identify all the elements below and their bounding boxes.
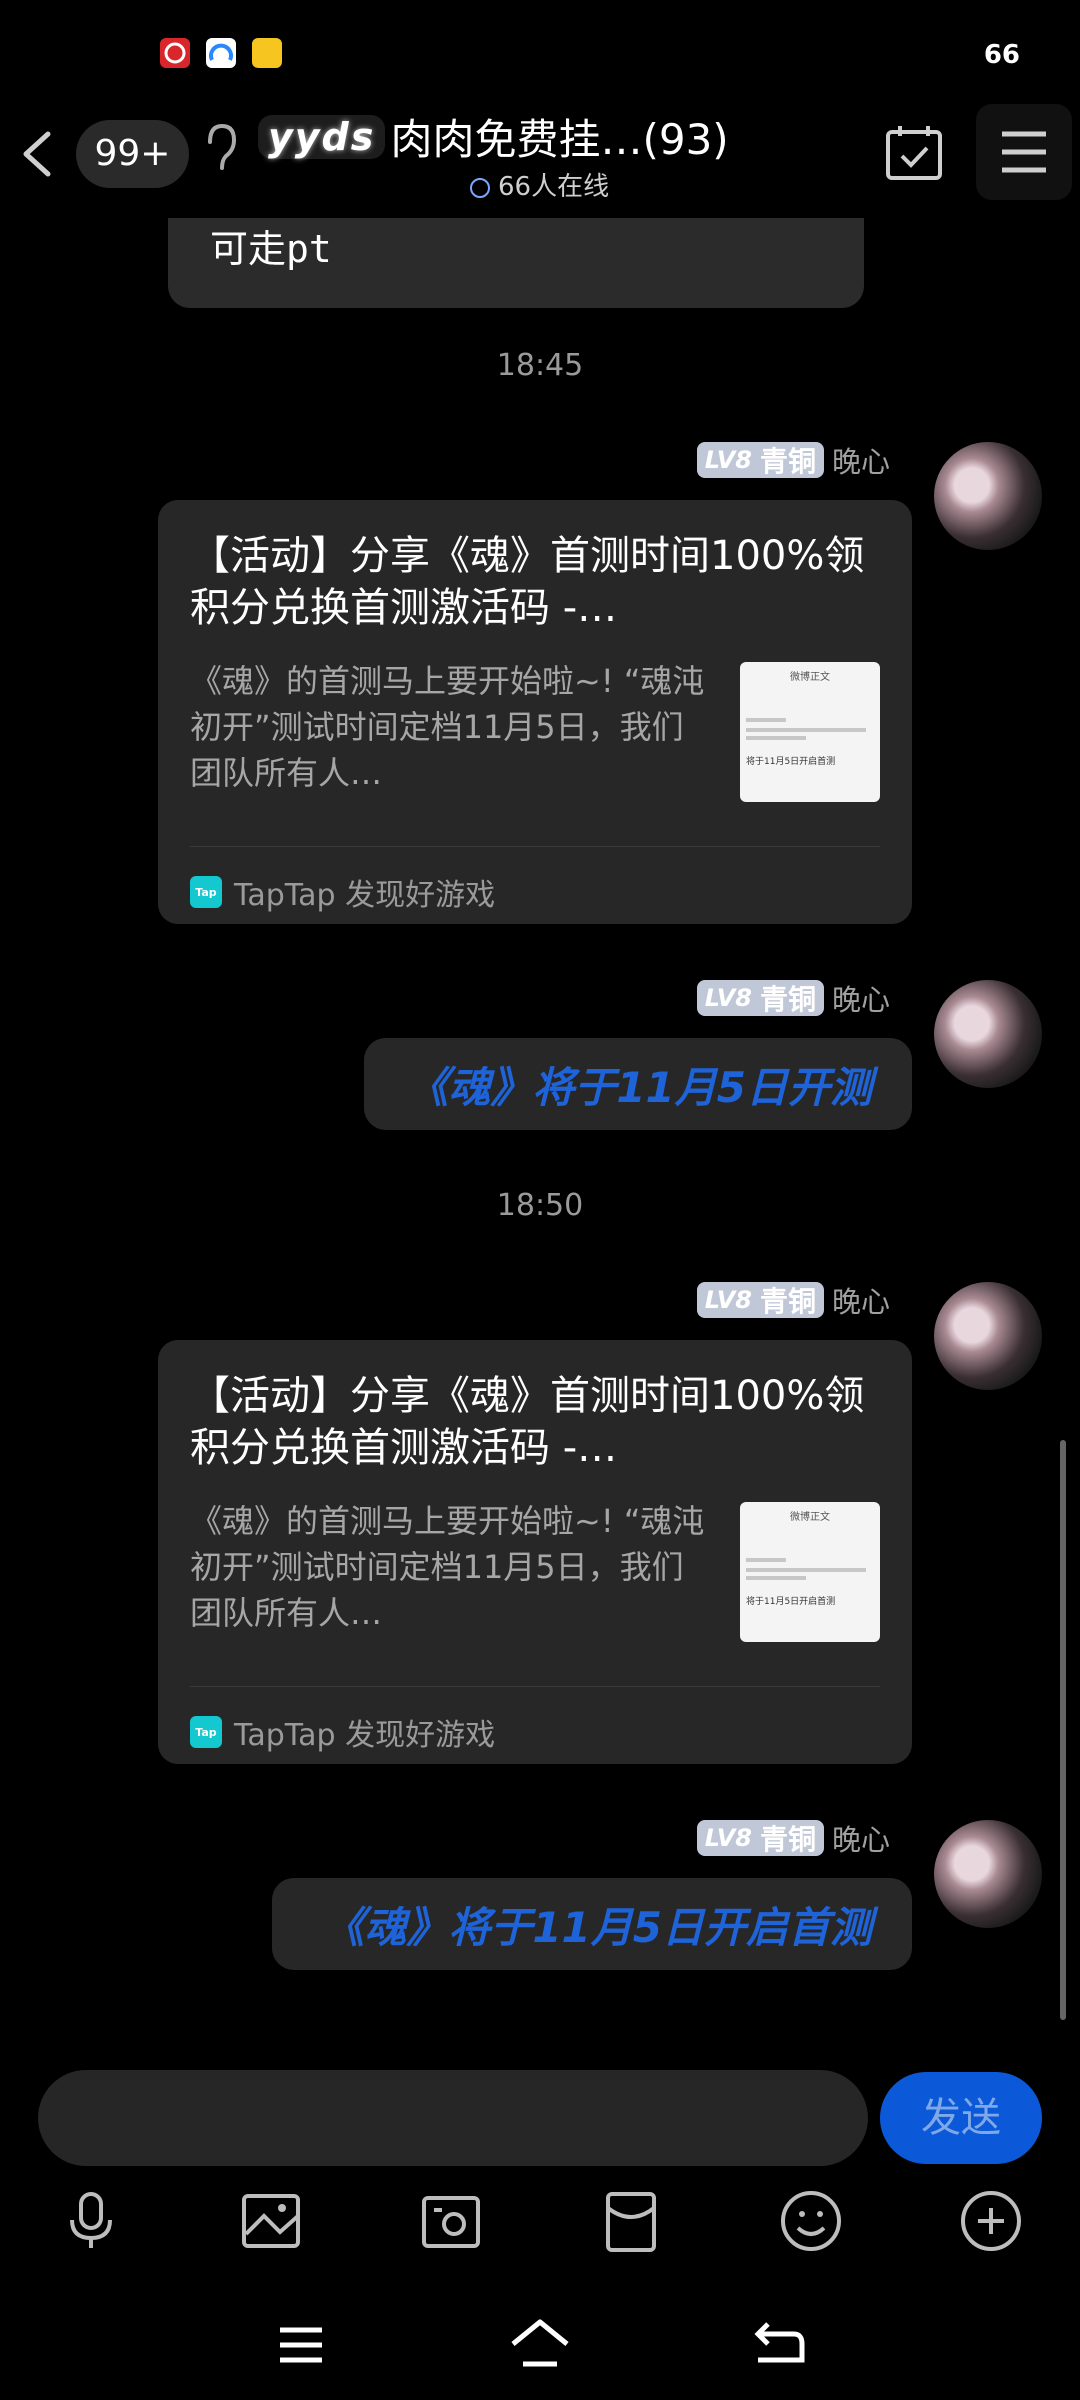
link-card[interactable]: 【活动】分享《魂》首测时间100%领积分兑换首测激活码 -… 《魂》的首测马上要… [158, 1340, 912, 1764]
level-badge: LV8 青铜 [696, 442, 824, 478]
sender-name: 晚心 [831, 1285, 890, 1319]
back-button[interactable] [14, 126, 62, 182]
sender-info: LV8 青铜 晚心 [696, 1818, 890, 1858]
more-icon[interactable] [956, 2186, 1026, 2256]
menu-button[interactable] [976, 104, 1072, 200]
message-input[interactable] [38, 2070, 868, 2166]
text-message-bubble[interactable]: 《魂》将于11月5日开测 [364, 1038, 912, 1130]
text-message-bubble[interactable]: 《魂》将于11月5日开启首测 [272, 1878, 912, 1970]
back-nav-icon[interactable] [744, 2310, 814, 2380]
send-button[interactable]: 发送 [880, 2072, 1042, 2164]
divider [190, 846, 880, 847]
card-source-label: TapTap 发现好游戏 [234, 878, 496, 913]
input-toolbar [0, 2178, 1080, 2264]
group-title-wrap[interactable]: yyds 肉肉免费挂…(93) [258, 106, 778, 167]
card-thumbnail: 微博正文 将于11月5日开启首测 [740, 662, 880, 802]
scrollbar[interactable] [1060, 1440, 1066, 2020]
browser-icon [206, 38, 236, 68]
sender-name: 晚心 [831, 1823, 890, 1857]
previous-message-text: 可走pt [210, 227, 332, 271]
link-card[interactable]: 【活动】分享《魂》首测时间100%领积分兑换首测激活码 -… 《魂》的首测马上要… [158, 500, 912, 924]
calendar-check-button[interactable] [874, 114, 954, 194]
hamburger-icon [1002, 131, 1046, 173]
meituan-icon [252, 38, 282, 68]
sender-name: 晚心 [831, 983, 890, 1017]
camera-icon[interactable] [416, 2186, 486, 2256]
taptap-icon: Tap [190, 876, 222, 908]
level-badge: LV8 青铜 [696, 1820, 824, 1856]
online-text: 66人在线 [498, 172, 610, 202]
level-badge: LV8 青铜 [696, 1282, 824, 1318]
chevron-down-icon [470, 177, 490, 198]
unread-badge[interactable]: 99+ [76, 120, 189, 188]
divider [190, 1686, 880, 1687]
card-description: 《魂》的首测马上要开始啦~! “魂沌初开”测试时间定档11月5日，我们团队所有人… [190, 662, 705, 792]
card-title: 【活动】分享《魂》首测时间100%领积分兑换首测激活码 -… [190, 533, 865, 631]
sender-info: LV8 青铜 晚心 [696, 978, 890, 1018]
input-area: 发送 [0, 2048, 1080, 2176]
card-description: 《魂》的首测马上要开始啦~! “魂沌初开”测试时间定档11月5日，我们团队所有人… [190, 1502, 705, 1632]
card-title: 【活动】分享《魂》首测时间100%领积分兑换首测激活码 -… [190, 1373, 865, 1471]
card-source: Tap TapTap 发现好游戏 [190, 870, 495, 914]
sender-info: LV8 青铜 晚心 [696, 440, 890, 480]
group-title: 肉肉免费挂…(93) [390, 115, 729, 164]
timestamp: 18:50 [496, 1188, 584, 1223]
card-source: Tap TapTap 发现好游戏 [190, 1710, 495, 1754]
voice-icon[interactable] [56, 2186, 126, 2256]
card-source-label: TapTap 发现好游戏 [234, 1718, 496, 1753]
taptap-icon: Tap [190, 1716, 222, 1748]
timestamp: 18:45 [496, 348, 584, 383]
card-thumbnail: 微博正文 将于11月5日开启首测 [740, 1502, 880, 1642]
sender-name: 晚心 [831, 445, 890, 479]
message-text: 《魂》将于11月5日开测 [406, 1063, 872, 1112]
image-icon[interactable] [236, 2186, 306, 2256]
chat-header: 99+ yyds 肉肉免费挂…(93) 66人在线 [0, 100, 1080, 218]
home-icon[interactable] [505, 2310, 575, 2380]
battery-level: 66 [983, 40, 1020, 70]
level-badge: LV8 青铜 [696, 980, 824, 1016]
message-text: 《魂》将于11月5日开启首测 [322, 1903, 872, 1952]
earpiece-mode-icon[interactable] [200, 118, 240, 178]
emoji-icon[interactable] [776, 2186, 846, 2256]
avatar[interactable] [934, 442, 1042, 550]
netease-music-icon [160, 38, 190, 68]
menu-icon[interactable] [266, 2310, 336, 2380]
red-packet-icon[interactable] [596, 2186, 666, 2256]
online-count[interactable]: 66人在线 [470, 166, 609, 203]
group-logo: yyds [258, 114, 386, 159]
calendar-check-icon [886, 126, 942, 180]
status-bar: 66 [0, 0, 1080, 100]
avatar[interactable] [934, 1282, 1042, 1390]
avatar[interactable] [934, 1820, 1042, 1928]
system-nav-bar [0, 2290, 1080, 2400]
sender-info: LV8 青铜 晚心 [696, 1280, 890, 1320]
avatar[interactable] [934, 980, 1042, 1088]
chat-area[interactable]: 可走pt 18:45 LV8 青铜 晚心 【活动】分享《魂》首测时间100%领积分… [0, 218, 1080, 2048]
